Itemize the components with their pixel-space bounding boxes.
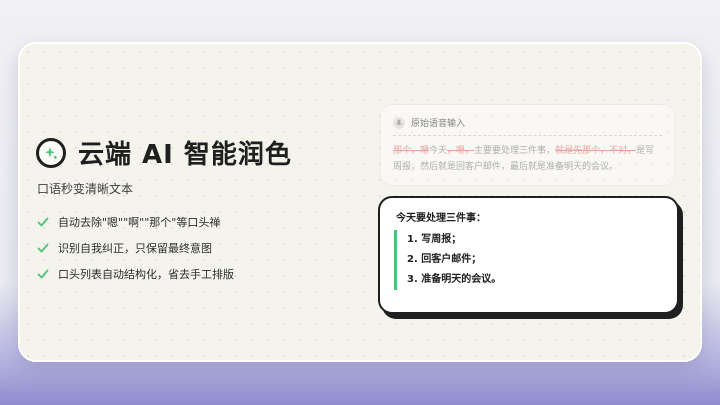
microphone-icon: [393, 116, 405, 129]
feature-item: 识别自我纠正，只保留最终意图: [37, 235, 234, 261]
filler-word: 那个，嗯: [393, 146, 430, 156]
output-heading: 今天要处理三件事：: [396, 213, 486, 224]
feature-list: 自动去除"嗯""啊""那个"等口头禅 识别自我纠正，只保留最终意图 口头列表自动…: [37, 209, 234, 287]
check-icon: [37, 269, 49, 279]
filler-word: ，嗯，: [447, 146, 475, 156]
dashed-divider: [393, 135, 662, 136]
polished-output-card: 今天要处理三件事： 1. 写周报； 2. 回客户邮件； 3. 准备明天的会议。: [378, 196, 679, 314]
input-header-label: 原始语音输入: [411, 119, 466, 129]
check-icon: [37, 243, 49, 253]
filler-word: 就是先那个，不对，: [555, 146, 637, 156]
page-title: 云端 AI 智能润色: [78, 140, 292, 170]
output-item: 2. 回客户邮件；: [407, 254, 482, 265]
feature-text: 自动去除"嗯""啊""那个"等口头禅: [58, 216, 221, 229]
subtitle: 口语秒变清晰文本: [37, 182, 134, 196]
raw-voice-input-card: 原始语音输入 那个，嗯今天，嗯，主要要处理三件事，就是先那个，不对，是写周报，然…: [380, 104, 675, 186]
input-header: 原始语音输入: [393, 116, 465, 129]
title-row: 云端 AI 智能润色: [36, 134, 292, 171]
feature-item: 口头列表自动结构化，省去手工排版: [37, 261, 234, 287]
check-icon: [37, 217, 49, 227]
sparkle-logo-icon: [36, 137, 66, 168]
output-list: 1. 写周报； 2. 回客户邮件； 3. 准备明天的会议。: [394, 230, 501, 290]
feature-item: 自动去除"嗯""啊""那个"等口头禅: [37, 209, 234, 235]
output-item: 1. 写周报；: [407, 234, 462, 245]
feature-text: 口头列表自动结构化，省去手工排版: [58, 268, 234, 281]
kept-text: 今天: [429, 146, 448, 156]
output-item: 3. 准备明天的会议。: [407, 274, 502, 285]
kept-text: 主要要处理三件事，: [474, 146, 556, 156]
raw-transcript: 那个，嗯今天，嗯，主要要处理三件事，就是先那个，不对，是写周报，然后就是回客户邮…: [393, 143, 662, 175]
feature-text: 识别自我纠正，只保留最终意图: [58, 242, 212, 255]
